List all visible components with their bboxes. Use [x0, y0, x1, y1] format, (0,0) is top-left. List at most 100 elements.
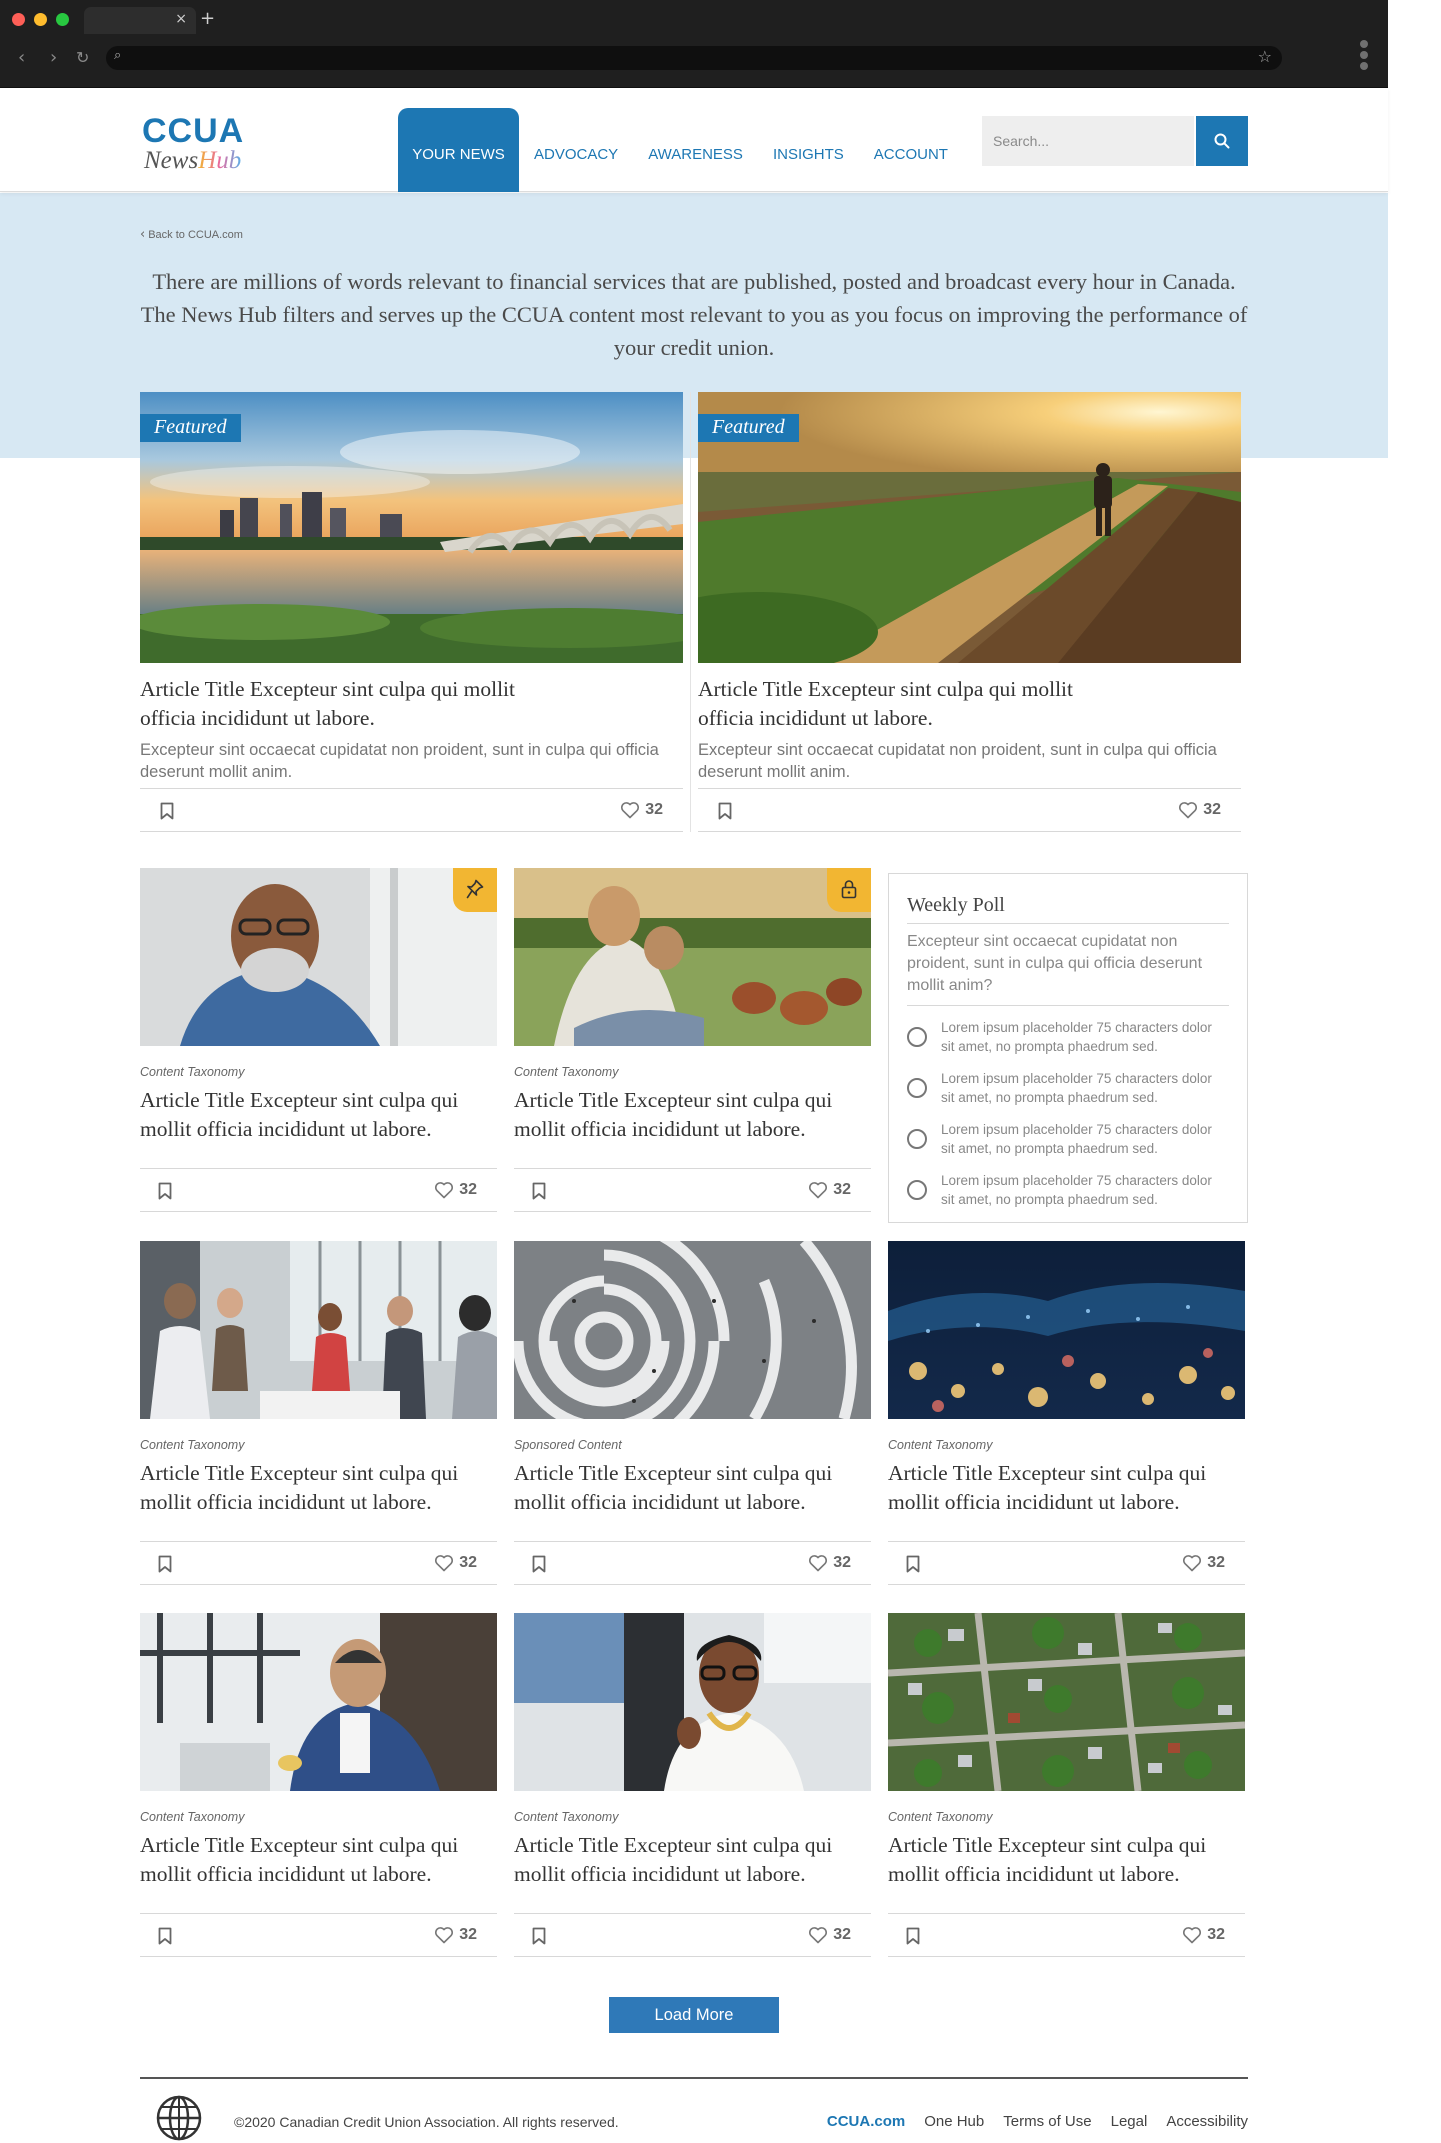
back-to-ccua-link[interactable]: ‹ Back to CCUA.com: [140, 227, 243, 242]
like-button[interactable]: 32: [434, 1181, 477, 1199]
like-button[interactable]: 32: [1182, 1926, 1225, 1944]
like-button[interactable]: 32: [620, 801, 663, 819]
article-card[interactable]: Content Taxonomy Article Title Excepteur…: [514, 1613, 871, 1957]
nav-awareness[interactable]: AWARENESS: [633, 143, 758, 167]
like-button[interactable]: 32: [808, 1181, 851, 1199]
article-card[interactable]: Sponsored Content Article Title Excepteu…: [514, 1241, 871, 1585]
address-bar[interactable]: ⌕ ☆: [106, 46, 1282, 70]
poll-option[interactable]: Lorem ipsum placeholder 75 characters do…: [907, 1067, 1229, 1108]
window-zoom-dot[interactable]: [56, 13, 69, 26]
ccua-newshub-logo[interactable]: CCUA NewsHub: [142, 114, 272, 174]
chevron-left-icon: ‹: [140, 227, 146, 242]
content-taxonomy[interactable]: Content Taxonomy: [888, 1810, 1245, 1824]
article-title[interactable]: Article Title Excepteur sint culpa qui m…: [140, 1831, 497, 1889]
content-taxonomy[interactable]: Content Taxonomy: [888, 1438, 1245, 1452]
logo-ccua-text: CCUA: [142, 112, 245, 150]
back-icon[interactable]: ‹: [18, 47, 25, 68]
featured-card[interactable]: Featured Article Title Excepteur sint cu…: [698, 392, 1241, 832]
window-minimize-dot[interactable]: [34, 13, 47, 26]
content-taxonomy[interactable]: Content Taxonomy: [140, 1065, 497, 1079]
browser-tab[interactable]: ×: [84, 7, 196, 34]
bookmark-icon[interactable]: [532, 1555, 546, 1573]
footer-links: CCUA.com One Hub Terms of Use Legal Acce…: [827, 2113, 1248, 2130]
article-title[interactable]: Article Title Excepteur sint culpa qui m…: [888, 1831, 1245, 1889]
article-title[interactable]: Article Title Excepteur sint culpa qui m…: [140, 1459, 497, 1517]
nav-advocacy[interactable]: ADVOCACY: [519, 143, 633, 167]
window-close-dot[interactable]: [12, 13, 25, 26]
bookmark-icon[interactable]: [160, 802, 174, 820]
bookmark-icon[interactable]: [906, 1555, 920, 1573]
poll-option-label[interactable]: Lorem ipsum placeholder 75 characters do…: [941, 1018, 1229, 1056]
featured-badge: Featured: [140, 414, 241, 442]
sponsored-content-label[interactable]: Sponsored Content: [514, 1438, 871, 1452]
article-card[interactable]: Content Taxonomy Article Title Excepteur…: [140, 1241, 497, 1585]
bookmark-icon[interactable]: [532, 1182, 546, 1200]
search-button[interactable]: [1196, 116, 1248, 166]
nav-account[interactable]: ACCOUNT: [859, 143, 963, 167]
article-title[interactable]: Article Title Excepteur sint culpa qui m…: [140, 1086, 497, 1144]
search-input[interactable]: [982, 116, 1194, 166]
article-card[interactable]: Content Taxonomy Article Title Excepteur…: [514, 868, 871, 1212]
like-button[interactable]: 32: [1178, 801, 1221, 819]
tab-close-icon[interactable]: ×: [175, 11, 187, 27]
footer-link-legal[interactable]: Legal: [1111, 2113, 1148, 2130]
heart-icon: [435, 1927, 454, 1944]
content-taxonomy[interactable]: Content Taxonomy: [140, 1810, 497, 1824]
poll-radio[interactable]: [907, 1026, 927, 1047]
article-title[interactable]: Article Title Excepteur sint culpa qui m…: [514, 1831, 871, 1889]
like-button[interactable]: 32: [808, 1926, 851, 1944]
bookmark-icon[interactable]: [906, 1927, 920, 1945]
poll-option[interactable]: Lorem ipsum placeholder 75 characters do…: [907, 1016, 1229, 1057]
reload-icon[interactable]: ↻: [76, 48, 89, 67]
article-card[interactable]: Content Taxonomy Article Title Excepteur…: [140, 1613, 497, 1957]
poll-option[interactable]: Lorem ipsum placeholder 75 characters do…: [907, 1169, 1229, 1210]
bookmark-star-icon[interactable]: ☆: [1258, 47, 1272, 66]
like-button[interactable]: 32: [434, 1926, 477, 1944]
new-tab-icon[interactable]: +: [200, 8, 215, 29]
like-count: 32: [833, 1554, 851, 1571]
forward-icon[interactable]: ›: [50, 47, 57, 68]
browser-menu-icon[interactable]: [1360, 40, 1370, 72]
like-count: 32: [459, 1181, 477, 1198]
poll-radio[interactable]: [907, 1128, 927, 1149]
like-button[interactable]: 32: [1182, 1554, 1225, 1572]
copyright-text: ©2020 Canadian Credit Union Association.…: [234, 2114, 619, 2130]
card-footer: 32: [514, 1913, 871, 1957]
poll-option-label[interactable]: Lorem ipsum placeholder 75 characters do…: [941, 1069, 1229, 1107]
article-title[interactable]: Article Title Excepteur sint culpa qui m…: [140, 675, 560, 733]
bookmark-icon[interactable]: [158, 1182, 172, 1200]
nav-your-news[interactable]: YOUR NEWS: [398, 108, 519, 192]
content-taxonomy[interactable]: Content Taxonomy: [140, 1438, 497, 1452]
article-title[interactable]: Article Title Excepteur sint culpa qui m…: [514, 1459, 871, 1517]
content-taxonomy[interactable]: Content Taxonomy: [514, 1810, 871, 1824]
article-card[interactable]: Content Taxonomy Article Title Excepteur…: [888, 1613, 1245, 1957]
poll-radio[interactable]: [907, 1179, 927, 1200]
heart-icon: [1179, 802, 1198, 819]
featured-card[interactable]: Featured Article Title Excepteur sint cu…: [140, 392, 683, 832]
bookmark-icon[interactable]: [718, 802, 732, 820]
footer-link-ccua[interactable]: CCUA.com: [827, 2113, 905, 2130]
like-button[interactable]: 32: [434, 1554, 477, 1572]
bookmark-icon[interactable]: [158, 1927, 172, 1945]
footer-link-one-hub[interactable]: One Hub: [924, 2113, 984, 2130]
article-card[interactable]: Content Taxonomy Article Title Excepteur…: [888, 1241, 1245, 1585]
article-title[interactable]: Article Title Excepteur sint culpa qui m…: [698, 675, 1118, 733]
poll-option[interactable]: Lorem ipsum placeholder 75 characters do…: [907, 1118, 1229, 1159]
globe-logo-icon[interactable]: [154, 2093, 204, 2143]
article-title[interactable]: Article Title Excepteur sint culpa qui m…: [888, 1459, 1245, 1517]
nav-insights[interactable]: INSIGHTS: [758, 143, 859, 167]
content-taxonomy[interactable]: Content Taxonomy: [514, 1065, 871, 1079]
load-more-button[interactable]: Load More: [609, 1997, 779, 2033]
poll-option-label[interactable]: Lorem ipsum placeholder 75 characters do…: [941, 1171, 1229, 1209]
like-button[interactable]: 32: [808, 1554, 851, 1572]
footer-link-accessibility[interactable]: Accessibility: [1166, 2113, 1248, 2130]
like-count: 32: [459, 1554, 477, 1571]
article-card[interactable]: Content Taxonomy Article Title Excepteur…: [140, 868, 497, 1212]
poll-option-label[interactable]: Lorem ipsum placeholder 75 characters do…: [941, 1120, 1229, 1158]
footer-link-terms[interactable]: Terms of Use: [1003, 2113, 1091, 2130]
bookmark-icon[interactable]: [158, 1555, 172, 1573]
bookmark-icon[interactable]: [532, 1927, 546, 1945]
article-title[interactable]: Article Title Excepteur sint culpa qui m…: [514, 1086, 871, 1144]
poll-radio[interactable]: [907, 1077, 927, 1098]
logo-newshub-text: NewsHub: [144, 147, 242, 174]
